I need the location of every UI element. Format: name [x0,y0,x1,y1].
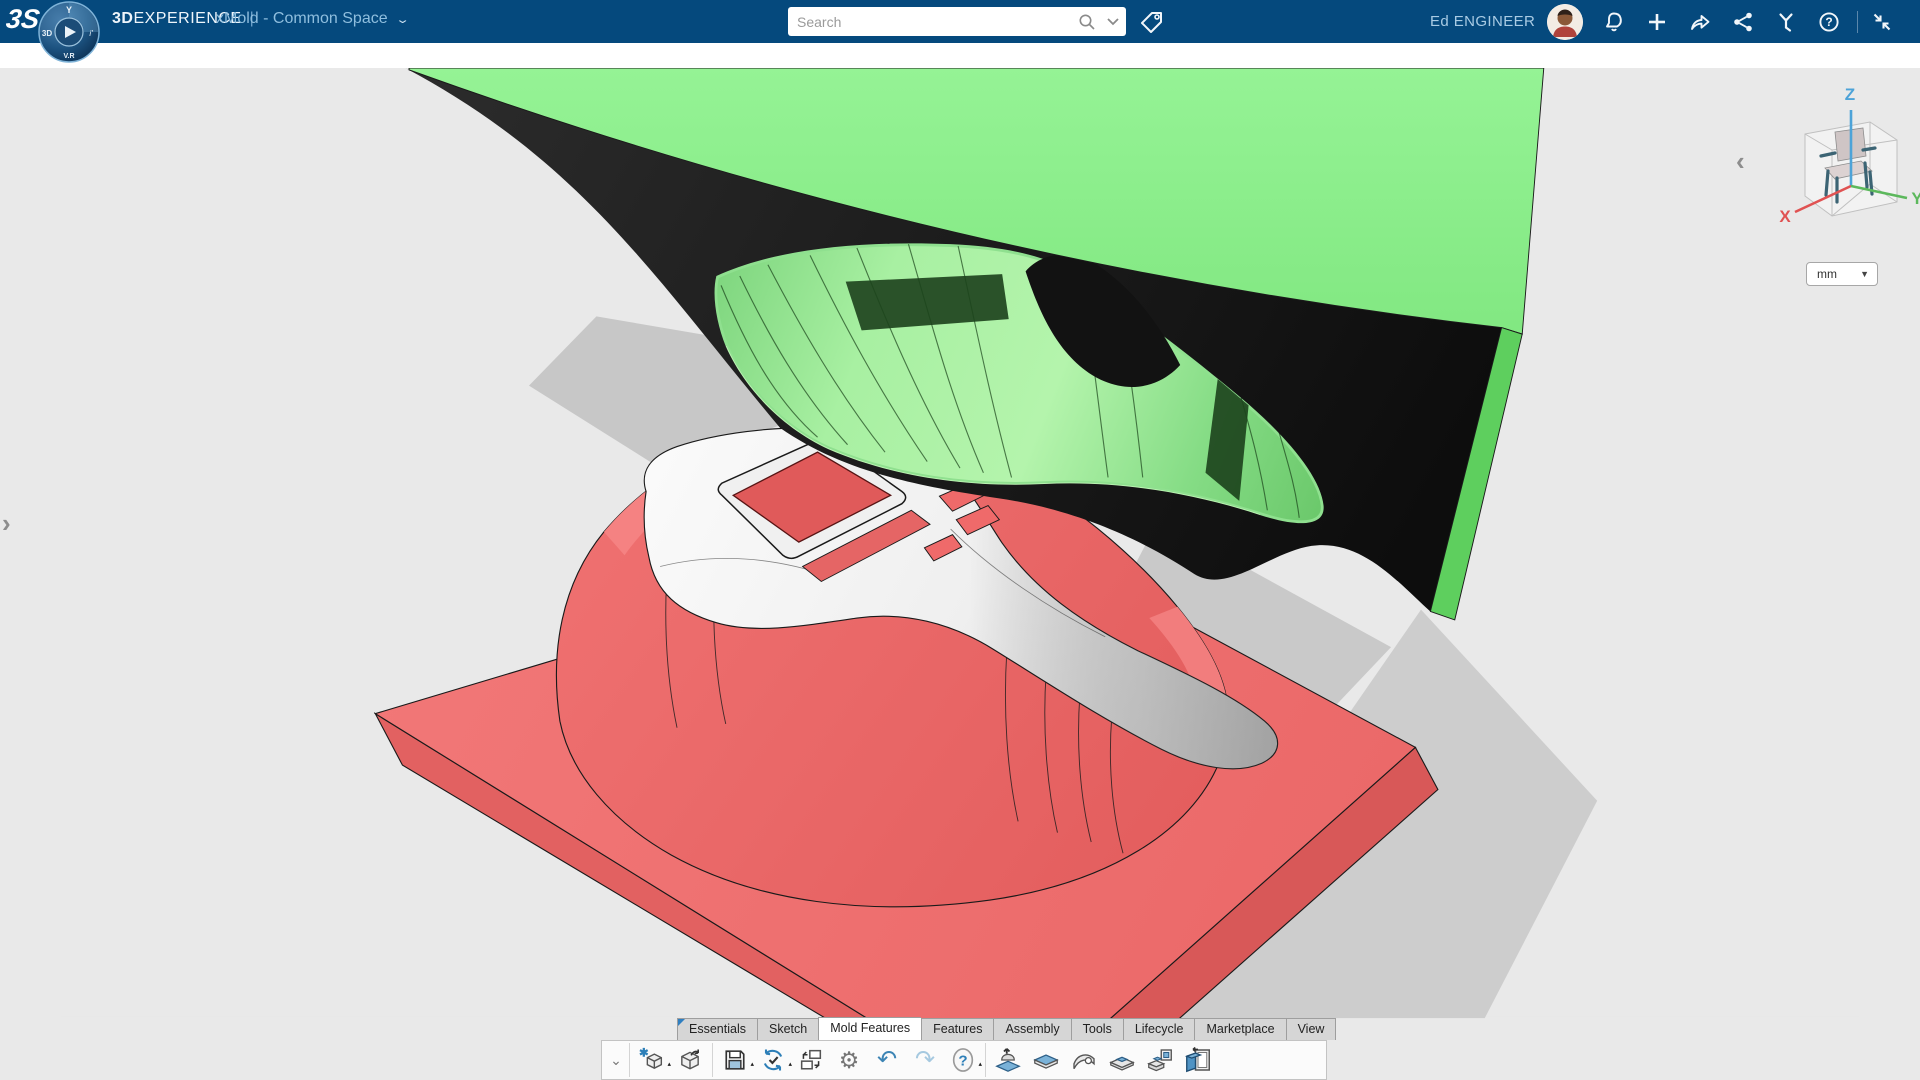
help-button[interactable]: ? [1817,10,1841,34]
3d-viewport[interactable]: › ‹ Z X Y mm ▼ Essentials Sketch Mold Fe… [0,68,1920,1080]
tab-essentials[interactable]: Essentials [677,1018,757,1040]
topbar-divider [1857,10,1859,33]
workspace-title[interactable]: xMold - Common Space ⌄ [216,10,410,28]
mold-plates-icon [1147,1049,1172,1072]
search-input[interactable] [788,13,1074,30]
exchange-windows-icon [800,1049,822,1070]
cavity-plate-icon [1033,1054,1059,1069]
units-chevron-icon: ▼ [1860,269,1869,279]
action-bar: ⌄ ✱ ▴ ▴ ▴ ⚙ ↶ ↷ ? ▴ [601,1040,1327,1080]
mold-base-button[interactable] [1179,1042,1217,1078]
open-button[interactable] [671,1042,709,1078]
user-avatar[interactable] [1547,3,1584,40]
units-value: mm [1817,267,1837,281]
exchange-button[interactable] [792,1042,830,1078]
gear-icon: ⚙ [838,1046,860,1073]
share-arrow-icon [1691,14,1710,30]
toolbar-separator [712,1043,713,1077]
core-cavity-extraction-button[interactable] [989,1042,1027,1078]
svg-text:?: ? [1826,15,1833,29]
tab-sketch[interactable]: Sketch [756,1018,819,1040]
save-button[interactable]: ▴ [716,1042,754,1078]
compass-east-label: i' [89,29,93,38]
svg-text:?: ? [958,1052,967,1069]
dassault-3ds-logo[interactable]: 3S [3,4,42,40]
compass-south-label: V.R [63,53,74,60]
tab-lifecycle[interactable]: Lifecycle [1122,1018,1195,1040]
workspace-chevron-down-icon: ⌄ [394,14,410,26]
compass-icon: Y 3D i' V.R [38,1,100,63]
search-bar[interactable] [788,7,1126,36]
right-panel-toggle[interactable]: ‹ [1736,146,1745,177]
toolbar-separator [985,1043,986,1077]
user-area: Ed ENGINEER ? [1430,0,1920,43]
collapse-arrows-icon [1874,13,1891,30]
save-icon [725,1050,745,1070]
tag-icon [1141,12,1162,33]
search-icon[interactable] [1074,11,1100,33]
mold-assembly-scene[interactable] [0,68,1920,1080]
preferences-button[interactable]: ⚙ [830,1042,868,1078]
mold-plates-button[interactable] [1141,1042,1179,1078]
core-plate-button[interactable] [1103,1042,1141,1078]
undo-icon: ↶ [876,1046,898,1073]
toolbar-collapse-chevron[interactable]: ⌄ [606,1042,626,1078]
compass-west-label: 3D [42,29,52,38]
share-button[interactable] [1688,10,1712,34]
left-panel-toggle[interactable]: › [2,508,11,539]
ribbon-tab-bar: Essentials Sketch Mold Features Features… [677,1017,1337,1040]
new-content-icon: ✱ [639,1047,663,1069]
cavity-plate-button[interactable] [1027,1042,1065,1078]
social-share-button[interactable] [1731,10,1755,34]
tab-tools[interactable]: Tools [1070,1018,1123,1040]
navigation-cube-icon: Z X Y [1779,85,1920,226]
compass-person-icon [1779,12,1793,32]
compass-north-label: Y [66,5,72,15]
axis-x-label: X [1779,207,1791,226]
share-network-icon [1734,12,1753,31]
redo-icon: ↷ [914,1046,936,1073]
3dexperience-compass[interactable]: Y 3D i' V.R [38,1,100,63]
axis-y-label: Y [1911,189,1920,208]
axis-z-label: Z [1845,85,1855,104]
navigation-cube[interactable]: Z X Y [1775,82,1920,238]
new-content-button[interactable]: ✱ ▴ [633,1042,671,1078]
svg-text:✱: ✱ [639,1047,649,1060]
search-options-chevron-icon[interactable] [1100,11,1126,33]
update-sync-icon [763,1049,783,1071]
tab-mold-features[interactable]: Mold Features [818,1017,922,1040]
toolbar-separator [629,1043,630,1077]
collapse-window-button[interactable] [1870,10,1894,34]
notifications-button[interactable] [1602,10,1626,34]
parting-surface-button[interactable] [1065,1042,1103,1078]
tab-marketplace[interactable]: Marketplace [1194,1018,1286,1040]
core-plate-icon [1109,1056,1135,1071]
update-button[interactable]: ▴ [754,1042,792,1078]
compass-people-button[interactable] [1774,10,1798,34]
tab-view[interactable]: View [1285,1018,1337,1040]
core-cavity-extraction-icon [995,1048,1021,1072]
tab-features[interactable]: Features [921,1018,994,1040]
brand-3d: 3D [112,10,134,27]
parting-surface-icon [1073,1054,1095,1070]
dropdown-arrow-icon: ▴ [978,1061,982,1068]
tab-assembly[interactable]: Assembly [993,1018,1071,1040]
units-dropdown[interactable]: mm ▼ [1806,262,1878,286]
user-name[interactable]: Ed ENGINEER [1430,13,1535,30]
bell-icon [1606,12,1623,31]
help-oval-icon: ? [952,1048,974,1072]
undo-button[interactable]: ↶ [868,1042,906,1078]
add-content-button[interactable] [1645,10,1669,34]
plus-icon [1649,13,1666,30]
help-tool-button[interactable]: ? ▴ [944,1042,982,1078]
help-icon: ? [1819,11,1839,32]
open-icon [681,1049,699,1070]
tag-button[interactable] [1138,8,1166,36]
redo-button[interactable]: ↷ [906,1042,944,1078]
mold-base-icon [1184,1046,1210,1073]
action-bar-spacer [0,43,1920,68]
